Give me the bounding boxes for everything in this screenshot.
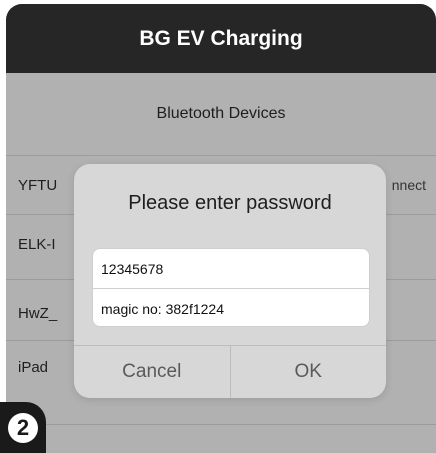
navigation-bar: BG EV Charging bbox=[6, 4, 436, 73]
step-badge: 2 bbox=[0, 402, 46, 453]
divider bbox=[6, 424, 436, 425]
ok-button[interactable]: OK bbox=[229, 346, 387, 398]
password-dialog: Please enter password Cancel OK bbox=[74, 164, 386, 398]
section-header-bluetooth: Bluetooth Devices bbox=[156, 105, 286, 122]
dialog-field-group bbox=[92, 248, 370, 327]
magic-number-input[interactable] bbox=[93, 289, 369, 326]
device-name: ELK-I bbox=[18, 235, 56, 253]
connect-button[interactable]: nnect bbox=[392, 177, 426, 193]
phone-screen: BG EV Charging Bluetooth Devices YFTU nn… bbox=[6, 4, 436, 453]
app-title: BG EV Charging bbox=[139, 26, 303, 50]
password-input[interactable] bbox=[93, 249, 369, 288]
device-name: YFTU bbox=[18, 176, 58, 194]
dialog-title: Please enter password bbox=[128, 192, 332, 214]
device-name: iPad bbox=[18, 358, 49, 376]
cancel-button[interactable]: Cancel bbox=[74, 346, 230, 398]
device-name: HwZ_ bbox=[18, 304, 58, 322]
step-number: 2 bbox=[8, 412, 38, 443]
dialog-button-row: Cancel OK bbox=[74, 345, 386, 398]
